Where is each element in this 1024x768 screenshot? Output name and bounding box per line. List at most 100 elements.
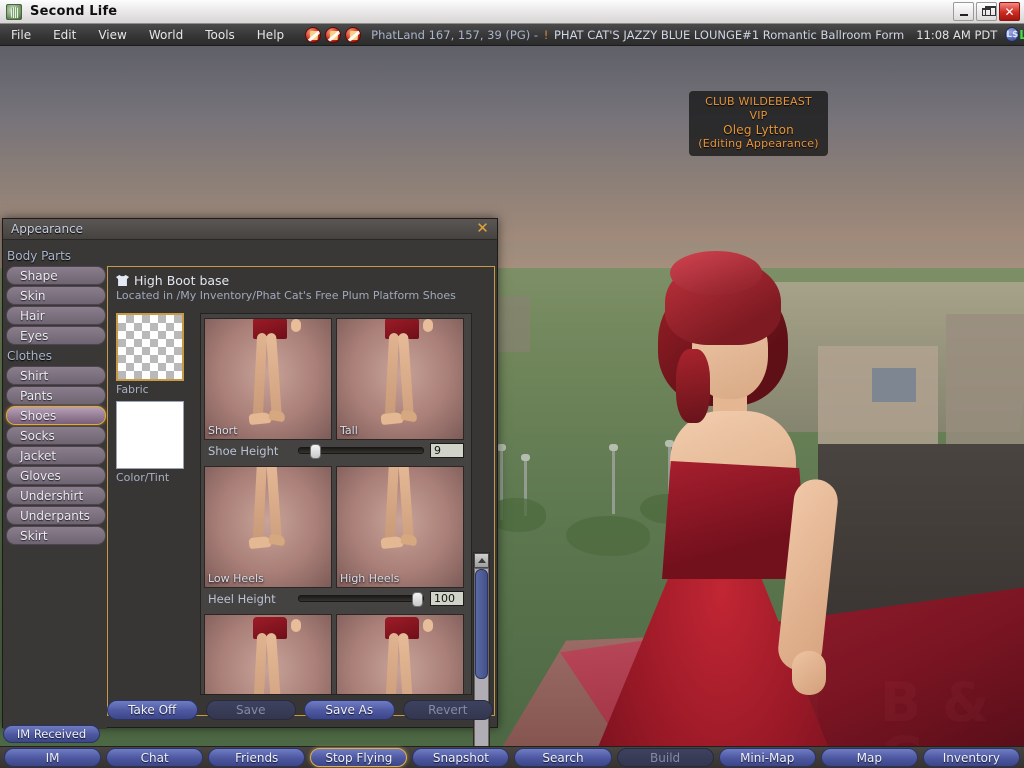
- balance-amount[interactable]: L$23: [1019, 28, 1024, 42]
- toolbar-search-button[interactable]: Search: [514, 748, 612, 767]
- worn-item-header: High Boot base Located in /My Inventory/…: [108, 267, 494, 304]
- revert-button[interactable]: Revert: [402, 700, 493, 720]
- im-received-button[interactable]: IM Received: [3, 725, 100, 743]
- name-tag-group: CLUB WILDEBEAST VIP: [705, 95, 812, 122]
- avatar-hair-bun: [670, 251, 762, 295]
- restore-button[interactable]: [976, 2, 997, 21]
- heel-height-slider[interactable]: [298, 592, 424, 607]
- tab-undershirt-label: Undershirt: [20, 488, 84, 503]
- fabric-swatch[interactable]: [116, 313, 184, 381]
- thumb-short[interactable]: Short: [204, 318, 332, 440]
- thumb-clipped-right[interactable]: [336, 614, 464, 694]
- tab-gloves-label: Gloves: [20, 468, 61, 483]
- tab-eyes-label: Eyes: [20, 328, 49, 343]
- tab-hair[interactable]: Hair: [6, 306, 106, 325]
- scrollbar-thumb[interactable]: [475, 569, 488, 679]
- shoe-height-slider-thumb[interactable]: [310, 444, 322, 459]
- appearance-title-bar[interactable]: Appearance ✕: [3, 219, 497, 240]
- save-button[interactable]: Save: [205, 700, 296, 720]
- menu-edit[interactable]: Edit: [42, 24, 87, 46]
- avatar-name-tag: CLUB WILDEBEAST VIP Oleg Lytton (Editing…: [689, 91, 828, 156]
- tab-skirt[interactable]: Skirt: [6, 526, 106, 545]
- toolbar-friends-button[interactable]: Friends: [208, 748, 306, 767]
- appearance-action-buttons: Take Off Save Save As Revert: [107, 699, 493, 721]
- avatar-hand: [792, 651, 826, 695]
- tab-underpants-label: Underpants: [20, 508, 90, 523]
- scroll-up-icon[interactable]: [474, 553, 489, 568]
- shoe-height-value[interactable]: 9: [430, 443, 464, 458]
- thumb-high-heels[interactable]: High Heels: [336, 466, 464, 588]
- currency-icon[interactable]: L$: [1005, 27, 1020, 42]
- toolbar-map-button[interactable]: Map: [820, 748, 918, 767]
- toolbar-minimap-button[interactable]: Mini-Map: [718, 748, 816, 767]
- tab-gloves[interactable]: Gloves: [6, 466, 106, 485]
- name-tag-username: Oleg Lytton: [723, 123, 794, 137]
- color-swatch[interactable]: [116, 401, 184, 469]
- tab-shirt-label: Shirt: [20, 368, 49, 383]
- toolbar-chat-button[interactable]: Chat: [106, 748, 204, 767]
- shoe-height-thumbnails: Short Tall: [204, 318, 468, 440]
- tab-shape-label: Shape: [20, 268, 58, 283]
- save-as-button[interactable]: Save As: [304, 700, 395, 720]
- parcel-name: PHAT CAT'S JAZZY BLUE LOUNGE#1 Romantic …: [554, 27, 905, 42]
- menu-view[interactable]: View: [87, 24, 137, 46]
- minimize-button[interactable]: [953, 2, 974, 21]
- tab-socks[interactable]: Socks: [6, 426, 106, 445]
- thumb-low-heels[interactable]: Low Heels: [204, 466, 332, 588]
- close-button[interactable]: ✕: [999, 2, 1020, 21]
- tab-shirt[interactable]: Shirt: [6, 366, 106, 385]
- tab-skirt-label: Skirt: [20, 528, 48, 543]
- menu-world[interactable]: World: [138, 24, 194, 46]
- avatar-dress-bodice: [662, 461, 808, 579]
- thumb-clipped-left[interactable]: [204, 614, 332, 694]
- appearance-title: Appearance: [11, 222, 84, 236]
- appearance-content-pane: High Boot base Located in /My Inventory/…: [107, 266, 495, 716]
- toolbar-stop-flying-button[interactable]: Stop Flying: [310, 748, 408, 767]
- tab-jacket-label: Jacket: [20, 448, 57, 463]
- name-tag-status: (Editing Appearance): [698, 137, 819, 150]
- bottom-toolbar: IM Chat Friends Stop Flying Snapshot Sea…: [0, 746, 1024, 768]
- tab-jacket[interactable]: Jacket: [6, 446, 106, 465]
- toolbar-build-button[interactable]: Build: [616, 748, 714, 767]
- no-push-icon[interactable]: [345, 26, 362, 43]
- tab-undershirt[interactable]: Undershirt: [6, 486, 106, 505]
- thumb-tall-label: Tall: [340, 424, 358, 437]
- heel-height-thumbnails: Low Heels High Heels: [204, 466, 468, 588]
- window-title: Second Life: [30, 4, 118, 19]
- tab-pants[interactable]: Pants: [6, 386, 106, 405]
- parcel-info[interactable]: PhatLand 167, 157, 39 (PG) - ! PHAT CAT'…: [371, 28, 904, 42]
- parcel-separator: !: [543, 27, 549, 42]
- tab-skin[interactable]: Skin: [6, 286, 106, 305]
- worn-item-location: Located in /My Inventory/Phat Cat's Free…: [116, 289, 456, 302]
- second-life-hand-icon: [6, 3, 22, 20]
- region-flag-icons: [305, 26, 362, 43]
- toolbar-inventory-button[interactable]: Inventory: [922, 748, 1020, 767]
- appearance-floater[interactable]: Appearance ✕ Body Parts Shape Skin Hair …: [2, 218, 498, 768]
- avatar[interactable]: [530, 221, 1024, 746]
- parameter-scroll-area[interactable]: Short Tall Shoe Height 9 Low Heels High …: [200, 313, 472, 695]
- menu-help[interactable]: Help: [246, 24, 295, 46]
- menu-file[interactable]: File: [0, 24, 42, 46]
- appearance-scrollbar[interactable]: [473, 552, 490, 768]
- tab-shoes[interactable]: Shoes: [6, 406, 106, 425]
- no-build-icon[interactable]: [305, 26, 322, 43]
- toolbar-im-button[interactable]: IM: [4, 748, 102, 767]
- second-life-window: Second Life ✕ File Edit View World Tools…: [0, 0, 1024, 768]
- tab-shape[interactable]: Shape: [6, 266, 106, 285]
- menu-tools[interactable]: Tools: [194, 24, 246, 46]
- appearance-close-icon[interactable]: ✕: [475, 221, 490, 237]
- shoe-height-slider[interactable]: [298, 444, 424, 459]
- heel-height-slider-thumb[interactable]: [412, 592, 423, 607]
- heel-height-value[interactable]: 100: [430, 591, 464, 606]
- tab-shoes-label: Shoes: [20, 408, 57, 423]
- take-off-button[interactable]: Take Off: [107, 700, 198, 720]
- thumb-tall[interactable]: Tall: [336, 318, 464, 440]
- toolbar-snapshot-button[interactable]: Snapshot: [412, 748, 510, 767]
- parameter-row-heel-height: Low Heels High Heels Heel Height 100: [201, 462, 471, 610]
- no-script-icon[interactable]: [325, 26, 342, 43]
- tab-pants-label: Pants: [20, 388, 53, 403]
- tab-eyes[interactable]: Eyes: [6, 326, 106, 345]
- fabric-swatch-label: Fabric: [116, 383, 149, 396]
- tab-underpants[interactable]: Underpants: [6, 506, 106, 525]
- os-title-bar: Second Life ✕: [0, 0, 1024, 24]
